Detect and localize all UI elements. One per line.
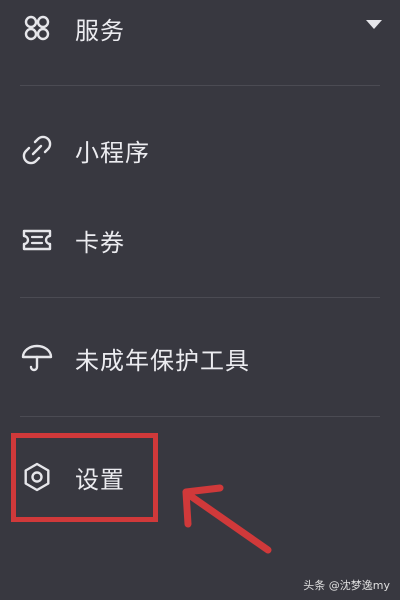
ticket-icon [20,223,54,257]
highlight-box [11,433,158,522]
watermark: 头条 @沈梦逸my [303,579,390,592]
grid-icon [20,11,54,45]
arrow-annotation [182,484,272,554]
menu-item-cards[interactable]: 卡券 [0,212,400,268]
menu-item-services[interactable]: 服务 [0,0,400,56]
divider [20,85,380,86]
link-icon [20,133,54,167]
menu-item-mini-programs[interactable]: 小程序 [0,122,400,178]
chevron-down-icon[interactable] [366,20,382,29]
menu-item-services-label: 服务 [75,16,125,45]
menu-item-mini-programs-label: 小程序 [75,138,150,167]
divider [20,416,380,417]
menu-item-minor-protection[interactable]: 未成年保护工具 [0,330,400,386]
divider [20,297,380,298]
menu-item-minor-protection-label: 未成年保护工具 [75,346,250,375]
menu-item-cards-label: 卡券 [75,228,125,257]
umbrella-icon [20,341,54,375]
